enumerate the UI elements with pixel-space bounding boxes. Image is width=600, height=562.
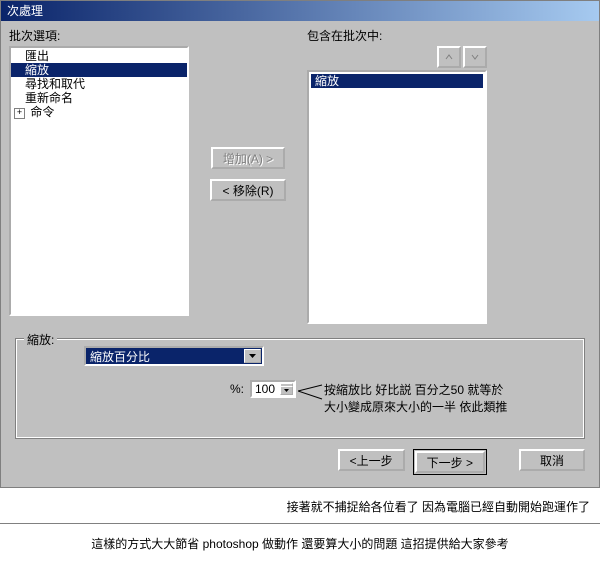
percent-value: 100 xyxy=(255,382,275,396)
option-item[interactable]: + 命令 xyxy=(11,105,187,119)
remove-button[interactable]: < 移除(R) xyxy=(210,179,285,201)
option-item[interactable]: 匯出 xyxy=(11,49,187,63)
included-listbox[interactable]: 縮放 xyxy=(307,70,487,324)
cancel-button[interactable]: 取消 xyxy=(519,449,585,471)
zoom-group-label: 縮放: xyxy=(24,331,57,348)
option-item[interactable]: 重新命名 xyxy=(11,91,187,105)
tree-expand-icon[interactable]: + xyxy=(14,108,25,119)
percent-input[interactable]: 100 xyxy=(250,380,296,398)
annotation-line-1: 按縮放比 好比説 百分之50 就等於 xyxy=(324,381,507,398)
caption-2: 這樣的方式大大節省 photoshop 做動作 還要算大小的問題 這招提供給大家… xyxy=(0,525,600,562)
included-label: 包含在批次中: xyxy=(307,27,487,44)
zoom-mode-value: 縮放百分比 xyxy=(90,348,150,365)
back-button[interactable]: <上一步 xyxy=(338,449,405,471)
option-item[interactable]: 尋找和取代 xyxy=(11,77,187,91)
next-button[interactable]: 下一步 > xyxy=(415,451,485,473)
zoom-mode-combo[interactable]: 縮放百分比 xyxy=(84,346,264,366)
option-item[interactable]: 縮放 xyxy=(11,63,187,77)
add-button[interactable]: 增加(A) > xyxy=(211,147,285,169)
move-down-button[interactable] xyxy=(463,46,487,68)
batch-options-listbox[interactable]: 匯出縮放尋找和取代重新命名+ 命令 xyxy=(9,46,189,316)
stepper-down-icon[interactable] xyxy=(280,386,293,395)
percent-label: %: xyxy=(84,382,244,396)
chevron-down-icon[interactable] xyxy=(244,349,261,363)
annotation-line-2: 大小變成原來大小的一半 依此類推 xyxy=(324,398,507,415)
window-titlebar: 次處理 xyxy=(1,1,599,21)
annotation-arrow-icon xyxy=(298,383,324,405)
included-item-selected[interactable]: 縮放 xyxy=(311,74,483,88)
move-up-button[interactable] xyxy=(437,46,461,68)
caption-1: 接著就不捕捉給各位看了 因為電腦已經自動開始跑運作了 xyxy=(0,488,600,523)
batch-options-label: 批次選項: xyxy=(9,27,189,44)
